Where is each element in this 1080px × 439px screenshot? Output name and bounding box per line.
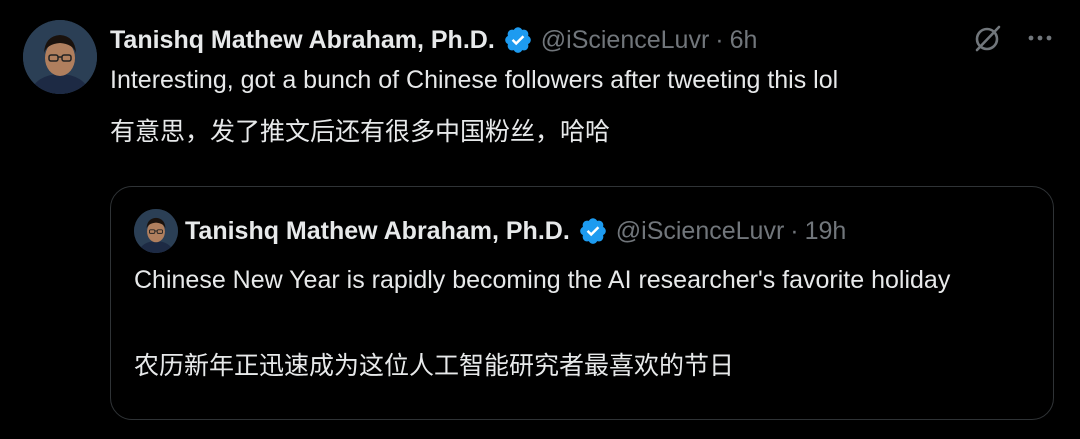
author-handle[interactable]: @iScienceLuvr [541,26,710,55]
avatar-image [23,20,97,94]
separator: · [715,25,724,54]
tweet-actions [972,22,1056,54]
more-options-icon[interactable] [1024,22,1056,54]
grok-icon[interactable] [972,22,1004,54]
tweet[interactable]: Tanishq Mathew Abraham, Ph.D. @iScienceL… [0,0,1080,439]
tweet-header: Tanishq Mathew Abraham, Ph.D. @iScienceL… [110,22,757,58]
timestamp[interactable]: 6h [730,26,758,55]
quoted-tweet-header: Tanishq Mathew Abraham, Ph.D. @iScienceL… [185,212,846,250]
quoted-author-handle[interactable]: @iScienceLuvr [616,217,785,246]
verified-badge-icon [503,25,533,55]
quoted-separator: · [790,216,799,245]
quoted-avatar-image [134,209,178,253]
quoted-tweet-text-translation: 农历新年正迅速成为这位人工智能研究者最喜欢的节日 [134,352,735,380]
avatar[interactable] [23,20,97,94]
quoted-tweet-text: Chinese New Year is rapidly becoming the… [134,266,951,294]
tweet-text: Interesting, got a bunch of Chinese foll… [110,66,839,94]
quoted-timestamp[interactable]: 19h [805,217,847,246]
author-name[interactable]: Tanishq Mathew Abraham, Ph.D. [110,26,495,55]
tweet-text-translation: 有意思，发了推文后还有很多中国粉丝，哈哈 [110,118,611,146]
quoted-verified-badge-icon [578,216,608,246]
quoted-avatar[interactable] [134,209,178,253]
quoted-author-name[interactable]: Tanishq Mathew Abraham, Ph.D. [185,217,570,246]
